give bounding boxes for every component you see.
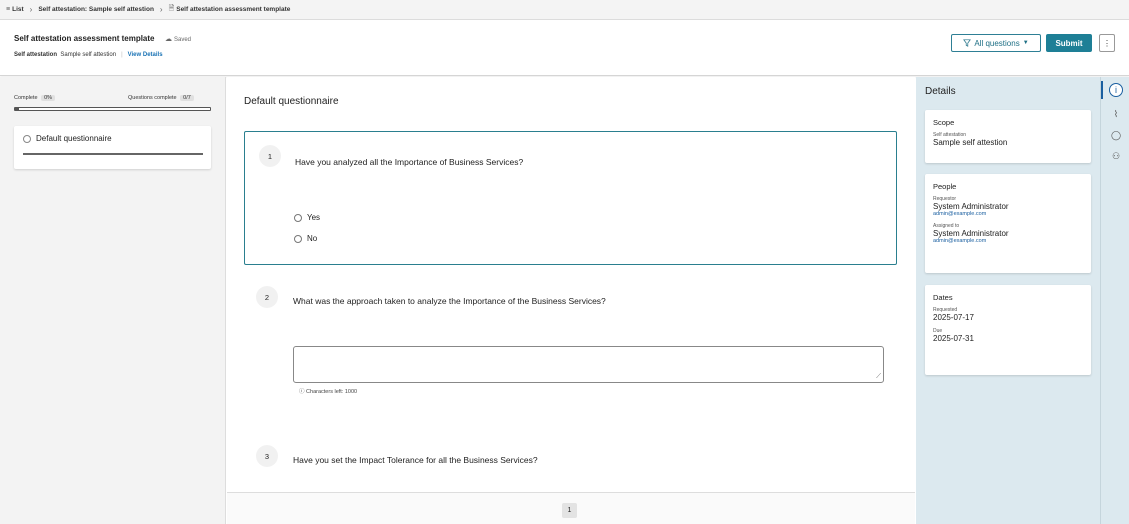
question-text: What was the approach taken to analyze t… [293, 296, 606, 306]
pagination: 1 [227, 492, 915, 524]
dates-title: Dates [933, 293, 953, 302]
question-text: Have you analyzed all the Importance of … [295, 157, 524, 167]
assigned-email[interactable]: admin@example.com [933, 238, 1083, 244]
option-label: No [307, 234, 318, 243]
section-progress-line [23, 153, 203, 155]
filter-label: All questions [974, 38, 1020, 48]
breadcrumb-separator: › [159, 5, 163, 14]
progress-fill [15, 108, 19, 110]
scope-value: Sample self attestion [933, 138, 1008, 147]
requestor-name: System Administrator [933, 202, 1009, 211]
assigned-name: System Administrator [933, 229, 1009, 238]
section-card[interactable]: Default questionnaire [14, 126, 211, 169]
question-number: 2 [256, 286, 278, 308]
option-label: Yes [307, 213, 321, 222]
page-button[interactable]: 1 [562, 503, 577, 518]
breadcrumb-current: Self attestation assessment template [176, 6, 291, 13]
comment-icon[interactable]: ◯ [1109, 128, 1123, 142]
page-header: Self attestation assessment template ☁ Sa… [0, 20, 1129, 76]
characters-left-label: Characters left: 1000 [306, 389, 358, 395]
question-text: Have you set the Impact Tolerance for al… [293, 455, 538, 465]
dates-card: Dates Requested 2025-07-17 Due 2025-07-3… [925, 285, 1091, 375]
details-icon-rail: i ⌇ ◯ ⚇ [1100, 77, 1129, 524]
option-yes[interactable]: Yes [294, 213, 320, 222]
section-status-icon [23, 135, 31, 143]
complete-badge: 0% [41, 95, 56, 101]
people-title: People [933, 182, 957, 191]
complete-indicator: Complete 0% [14, 95, 56, 101]
breadcrumb-separator: › [29, 5, 33, 14]
radio-button[interactable] [294, 213, 302, 222]
question-filter-button[interactable]: All questions ▼ [951, 34, 1041, 52]
document-icon: 🗎 [168, 5, 175, 12]
record-subtitle: Self attestation Sample self attestion | V… [14, 52, 163, 58]
questionnaire-main: Default questionnaire 1 Have you analyze… [227, 77, 915, 524]
divider: | [121, 52, 123, 58]
questions-complete-badge: 0/7 [180, 95, 194, 101]
view-details-link[interactable]: View Details [128, 52, 163, 58]
more-options-button[interactable]: ⋮ [1099, 34, 1115, 52]
saved-status: ☁ Saved [165, 35, 191, 43]
info-icon: ⓘ [299, 389, 305, 395]
breadcrumb-self-attestation[interactable]: Self attestation: Sample self attestion [38, 6, 154, 13]
progress-bar [14, 107, 211, 111]
questions-complete-label: Questions complete [128, 95, 177, 101]
people-card: People Requestor System Administrator ad… [925, 174, 1091, 273]
section-label: Default questionnaire [36, 134, 112, 143]
questionnaire-title: Default questionnaire [244, 96, 339, 107]
progress-sidebar: Complete 0% Questions complete 0/7 Defau… [0, 77, 226, 524]
chevron-down-icon: ▼ [1022, 40, 1029, 46]
question-card-1: 1 Have you analyzed all the Importance o… [244, 131, 897, 265]
scope-card: Scope Self attestation Sample self attes… [925, 110, 1091, 163]
requested-date: 2025-07-17 [933, 313, 974, 322]
requestor-email[interactable]: admin@example.com [933, 211, 1083, 217]
list-icon: ≡ [6, 6, 11, 13]
paperclip-icon[interactable]: ⌇ [1109, 107, 1123, 121]
details-panel: Details Scope Self attestation Sample se… [916, 77, 1100, 524]
filter-icon [963, 39, 972, 47]
radio-button[interactable] [294, 234, 302, 243]
complete-label: Complete [14, 95, 38, 101]
people-icon[interactable]: ⚇ [1109, 149, 1123, 163]
answer-textarea[interactable]: ⟋ [293, 346, 884, 383]
info-icon[interactable]: i [1109, 83, 1123, 97]
record-type: Self attestation [14, 52, 58, 58]
record-name: Sample self attestion [60, 52, 117, 58]
option-no[interactable]: No [294, 234, 317, 243]
details-title: Details [925, 86, 956, 97]
active-tab-marker [1101, 81, 1103, 99]
characters-left: ⓘ Characters left: 1000 [299, 387, 357, 395]
saved-label: Saved [174, 37, 192, 43]
question-number: 1 [259, 145, 281, 167]
breadcrumb: ≡ List › Self attestation: Sample self a… [0, 0, 1129, 20]
cloud-icon: ☁ [165, 36, 172, 43]
resize-handle-icon[interactable]: ⟋ [876, 373, 881, 381]
submit-button[interactable]: Submit [1046, 34, 1092, 52]
questions-complete-indicator: Questions complete 0/7 [128, 95, 194, 101]
breadcrumb-list[interactable]: List [12, 6, 24, 13]
due-date: 2025-07-31 [933, 334, 974, 343]
scope-title: Scope [933, 118, 955, 127]
page-title: Self attestation assessment template [14, 34, 155, 43]
question-number: 3 [256, 445, 278, 467]
